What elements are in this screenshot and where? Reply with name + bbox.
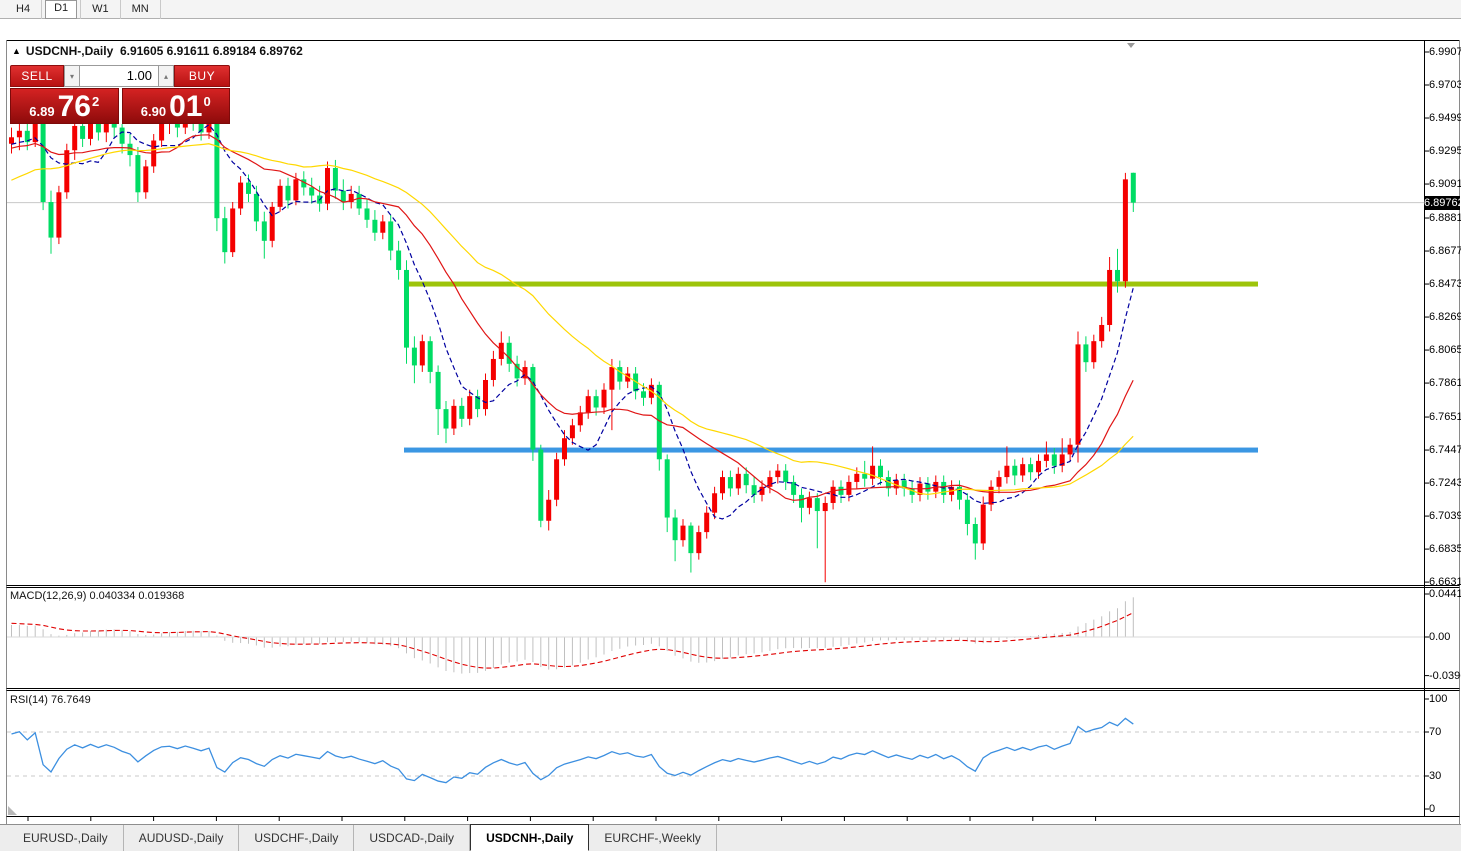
chart-tab-bar: EURUSD-,DailyAUDUSD-,DailyUSDCHF-,DailyU… <box>0 824 1461 851</box>
buy-price-point: 0 <box>203 94 210 109</box>
chart-tab-usdchf-daily[interactable]: USDCHF-,Daily <box>239 825 354 851</box>
sell-price-point: 2 <box>92 94 99 109</box>
sell-price[interactable]: 6.89 76 2 <box>10 88 119 124</box>
chart-tab-usdcnh-daily[interactable]: USDCNH-,Daily <box>470 824 589 851</box>
buy-price[interactable]: 6.90 01 0 <box>122 88 231 124</box>
chart-tab-usdcad-daily[interactable]: USDCAD-,Daily <box>354 825 470 851</box>
chart-canvas[interactable] <box>0 19 1461 851</box>
chart-window: ▲USDCNH-,Daily 6.91605 6.91611 6.89184 6… <box>0 19 1461 824</box>
chart-tab-audusd-daily[interactable]: AUDUSD-,Daily <box>124 825 240 851</box>
timeframe-toolbar: H4 D1 W1 MN <box>0 0 1461 19</box>
sell-price-pips: 76 <box>58 93 91 121</box>
volume-increase-button[interactable]: ▴ <box>158 65 174 87</box>
sell-price-base: 6.89 <box>29 104 54 119</box>
toolbar-separator <box>120 0 121 19</box>
toolbar-separator <box>41 0 42 19</box>
resize-grip-icon <box>8 806 17 815</box>
buy-price-pips: 01 <box>169 93 202 121</box>
volume-input[interactable]: 1.00 <box>80 65 158 87</box>
one-click-trading-panel: SELL ▾ 1.00 ▴ BUY 6.89 76 2 6.90 01 <box>10 65 230 124</box>
timeframe-button-w1[interactable]: W1 <box>84 1 117 18</box>
scroll-end-marker-icon <box>1127 43 1135 48</box>
volume-decrease-button[interactable]: ▾ <box>64 65 80 87</box>
trading-terminal: H4 D1 W1 MN ▲USDCNH-,Daily 6.91605 6.91611 … <box>0 0 1461 851</box>
buy-button[interactable]: BUY <box>174 65 230 87</box>
buy-price-base: 6.90 <box>141 104 166 119</box>
timeframe-button-mn[interactable]: MN <box>124 1 157 18</box>
chart-tab-eurusd-daily[interactable]: EURUSD-,Daily <box>8 825 124 851</box>
chart-tab-eurchf-weekly[interactable]: EURCHF-,Weekly <box>589 825 716 851</box>
chevron-down-icon: ▾ <box>70 72 74 81</box>
chevron-up-icon: ▴ <box>164 72 168 81</box>
toolbar-separator <box>160 0 161 19</box>
timeframe-button-h4[interactable]: H4 <box>8 1 38 18</box>
toolbar-separator <box>80 0 81 19</box>
sell-button[interactable]: SELL <box>10 65 64 87</box>
timeframe-button-d1[interactable]: D1 <box>45 0 77 19</box>
